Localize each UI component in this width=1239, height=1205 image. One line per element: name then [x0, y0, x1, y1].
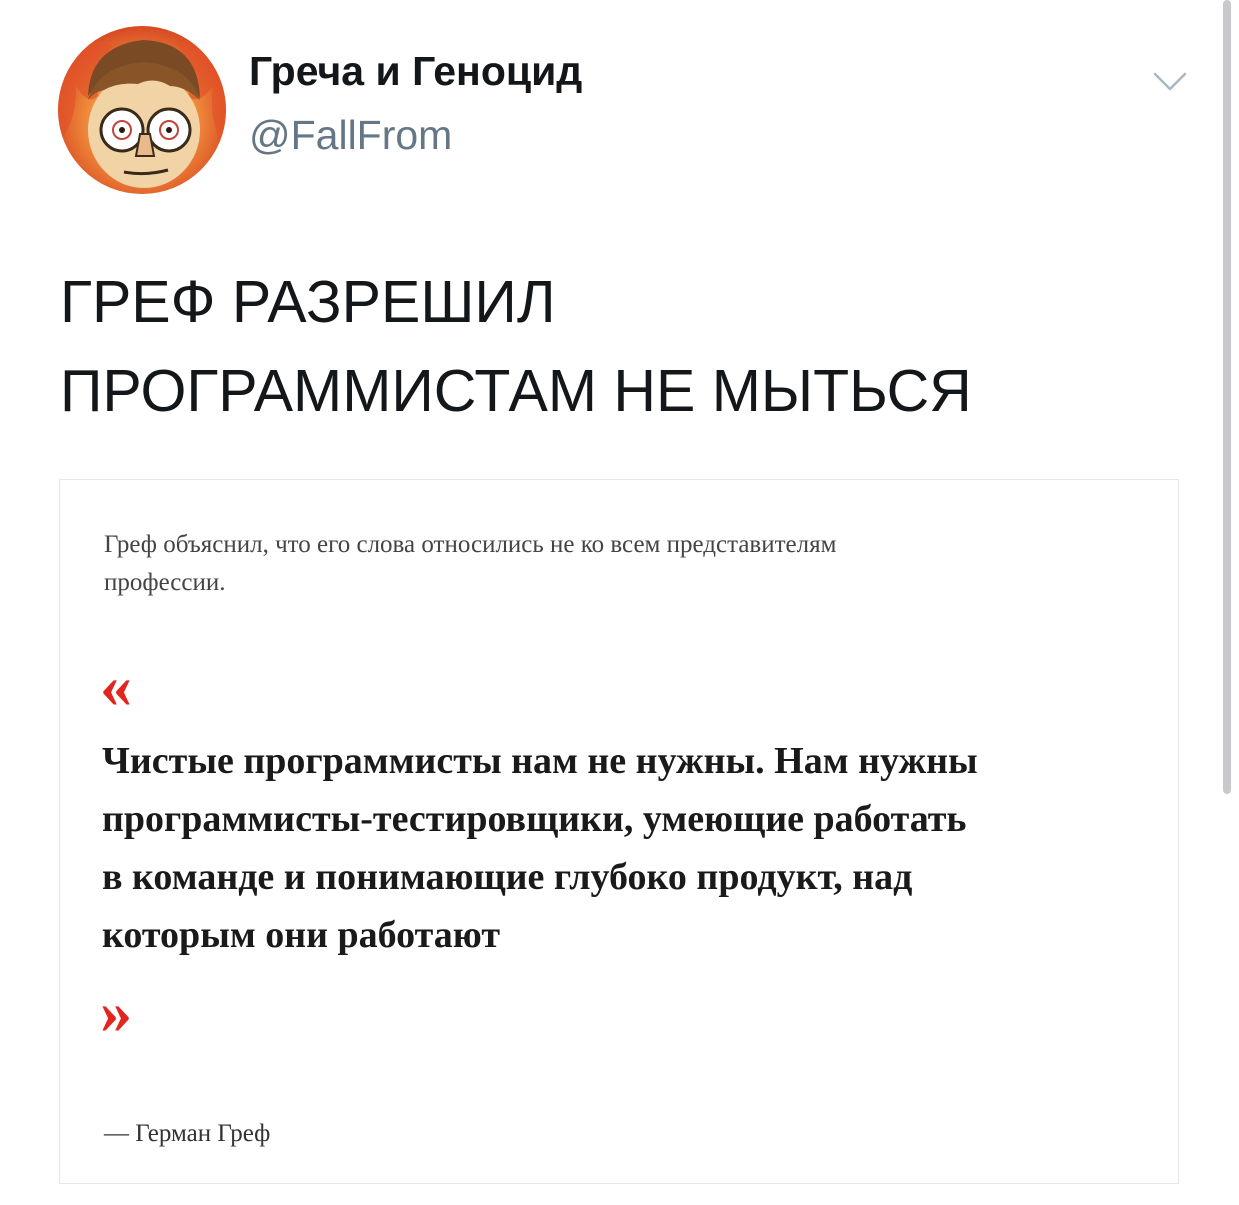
close-quote-mark: » [100, 976, 132, 1047]
tweet-text: ГРЕФ РАЗРЕШИЛ ПРОГРАММИСТАМ НЕ МЫТЬСЯ [60, 258, 1180, 436]
quote-text: Чистые программисты нам не нужны. Нам ну… [102, 732, 1162, 964]
quote-line: программисты-тестировщики, умеющие работ… [102, 798, 967, 840]
tweet-menu-button[interactable] [1152, 70, 1188, 94]
author-avatar[interactable] [58, 26, 226, 194]
quote-author: — Герман Греф [104, 1120, 271, 1147]
chevron-down-icon [1153, 72, 1187, 91]
card-lead-line: Греф объяснил, что его слова относились … [104, 531, 837, 558]
tweet-text-line: ГРЕФ РАЗРЕШИЛ [60, 269, 556, 335]
open-quote-mark: « [100, 650, 132, 721]
card-lead-text: Греф объяснил, что его слова относились … [104, 526, 1104, 602]
author-handle[interactable]: @FallFrom [249, 112, 452, 159]
quote-card-image[interactable]: Греф объяснил, что его слова относились … [59, 479, 1179, 1184]
quote-line: в команде и понимающие глубоко продукт, … [102, 856, 913, 898]
author-name[interactable]: Греча и Геноцид [249, 48, 582, 95]
quote-line: которым они работают [102, 914, 500, 956]
tweet-text-line: ПРОГРАММИСТАМ НЕ МЫТЬСЯ [60, 358, 972, 424]
cartoon-avatar-icon [58, 26, 226, 194]
quote-line: Чистые программисты нам не нужны. Нам ну… [102, 740, 978, 782]
card-lead-line: профессии. [104, 569, 226, 596]
scrollbar[interactable] [1223, 0, 1231, 794]
